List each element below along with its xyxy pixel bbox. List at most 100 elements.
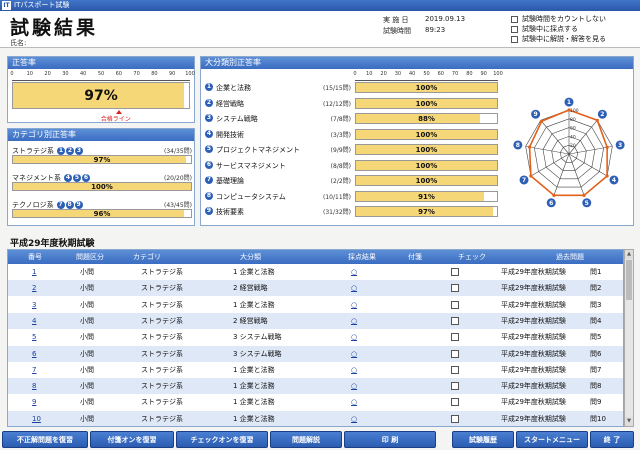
row-number-link[interactable]: 5: [32, 329, 36, 345]
row-kubun: 小問: [80, 398, 94, 407]
table-row[interactable]: 6 小問 ストラテジ系 3 システム戦略 ○ 平成29年度秋期試験 問6: [8, 345, 623, 362]
radar-spoke: [568, 153, 608, 177]
row-check-checkbox[interactable]: [451, 284, 459, 293]
radar-axis-label: 4: [612, 177, 616, 184]
row-question-no: 問5: [590, 333, 602, 342]
row-check-checkbox[interactable]: [451, 316, 459, 325]
footer-button-7[interactable]: 終 了: [590, 431, 634, 448]
row-result-link[interactable]: ○: [351, 264, 357, 280]
row-number-link[interactable]: 2: [32, 280, 36, 296]
pass-line-label: 合格ライン: [100, 116, 131, 123]
row-number-link[interactable]: 8: [32, 378, 36, 394]
row-result-link[interactable]: ○: [351, 394, 357, 410]
table-row[interactable]: 3 小問 ストラテジ系 1 企業と法務 ○ 平成29年度秋期試験 問3: [8, 297, 623, 313]
table-row[interactable]: 1 小問 ストラテジ系 1 企業と法務 ○ 平成29年度秋期試験 問1: [8, 264, 623, 280]
radar-axis-label: 2: [600, 111, 604, 118]
table-row[interactable]: 7 小問 ストラテジ系 1 企業と法務 ○ 平成29年度秋期試験 問7: [8, 362, 623, 378]
number-badge-icon: 5: [73, 174, 81, 182]
option-show-answers[interactable]: 試験中に解説・解答を見る: [511, 34, 606, 44]
overall-value: 97%: [84, 88, 118, 104]
row-number-link[interactable]: 6: [32, 346, 36, 362]
exam-date: 実 施 日 2019.09.13: [383, 15, 465, 25]
checkbox[interactable]: [511, 25, 518, 33]
row-number-link[interactable]: 10: [32, 411, 41, 426]
row-result-link[interactable]: ○: [351, 411, 357, 426]
page-title: 試験結果: [10, 17, 99, 39]
row-result-link[interactable]: ○: [351, 329, 357, 345]
major-bar: 100%: [355, 159, 498, 171]
table-row[interactable]: 10 小問 ストラテジ系 1 企業と法務 ○ 平成29年度秋期試験 問10: [8, 410, 623, 426]
footer-button-2[interactable]: チェックオンを復習: [176, 431, 268, 448]
option-score-during[interactable]: 試験中に採点する: [511, 24, 606, 34]
footer-button-3[interactable]: 問題解説: [270, 431, 342, 448]
column-header: 番号: [28, 253, 42, 261]
row-result-link[interactable]: ○: [351, 313, 357, 329]
major-name: 開発技術: [216, 130, 244, 139]
row-past-exam: 平成29年度秋期試験: [501, 268, 566, 276]
row-check-checkbox[interactable]: [451, 398, 459, 407]
row-past-exam: 平成29年度秋期試験: [501, 349, 566, 358]
major-name: 基礎理論: [216, 177, 244, 185]
scale-tick-label: 30: [394, 71, 402, 77]
row-result-link[interactable]: ○: [351, 362, 357, 378]
footer-button-0[interactable]: 不正解問題を復習: [2, 431, 88, 448]
row-category: ストラテジ系: [141, 382, 183, 391]
scale-tick-label: 40: [409, 71, 416, 77]
row-check-checkbox[interactable]: [451, 349, 459, 358]
scale-tick-label: 10: [366, 71, 373, 77]
row-major: 1 企業と法務: [233, 398, 275, 407]
row-check-checkbox[interactable]: [451, 268, 459, 276]
checkbox[interactable]: [511, 15, 518, 23]
scroll-thumb[interactable]: [626, 260, 632, 300]
footer-button-6[interactable]: スタートメニュー: [516, 431, 588, 448]
table-row[interactable]: 9 小問 ストラテジ系 1 企業と法務 ○ 平成29年度秋期試験 問9: [8, 394, 623, 410]
row-result-link[interactable]: ○: [351, 346, 357, 362]
checkbox[interactable]: [511, 35, 518, 43]
radar-scale-label: 40: [570, 134, 576, 140]
scale-tick-label: 50: [97, 71, 105, 77]
row-result-link[interactable]: ○: [351, 297, 357, 313]
row-check-checkbox[interactable]: [451, 333, 459, 342]
table-scrollbar[interactable]: ▲ ▼: [624, 249, 634, 427]
row-result-link[interactable]: ○: [351, 280, 357, 296]
row-check-checkbox[interactable]: [451, 300, 459, 309]
row-number-link[interactable]: 9: [32, 394, 36, 410]
number-badge-icon: 9: [205, 207, 213, 215]
row-question-no: 問2: [590, 284, 602, 293]
radar-scale-label: 100: [570, 108, 579, 114]
row-kubun: 小問: [80, 316, 94, 325]
row-number-link[interactable]: 1: [32, 264, 36, 280]
major-name: 技術要素: [216, 208, 244, 216]
row-number-link[interactable]: 3: [32, 297, 36, 313]
major-score: (31/32問): [323, 209, 351, 216]
row-number-link[interactable]: 4: [32, 313, 36, 329]
row-check-checkbox[interactable]: [451, 414, 459, 423]
radar-chart: 100 80 60 40 20 1 2 3 4 5 6 7 8 9: [513, 97, 625, 208]
overall-panel-title: 正答率: [8, 57, 194, 69]
row-past-exam: 平成29年度秋期試験: [501, 382, 566, 391]
table-row[interactable]: 4 小問 ストラテジ系 2 経営戦略 ○ 平成29年度秋期試験 問4: [8, 312, 623, 329]
major-panel: 大分類別正答率 0 10 20 30 40 50 60 70 80 90 100 1 企業と法務 (15…: [200, 56, 634, 226]
option-no-timer[interactable]: 試験時間をカウントしない: [511, 14, 606, 24]
scroll-down-icon[interactable]: ▼: [625, 417, 633, 426]
scroll-up-icon[interactable]: ▲: [625, 250, 633, 259]
row-kubun: 小問: [80, 300, 94, 309]
category-row: マネジメント系 4 5 6 (20/20問) 100%: [12, 173, 192, 193]
footer-button-1[interactable]: 付箋オンを復習: [90, 431, 174, 448]
table-row[interactable]: 2 小問 ストラテジ系 2 経営戦略 ○ 平成29年度秋期試験 問2: [8, 280, 623, 297]
options-group: 試験時間をカウントしない 試験中に採点する 試験中に解説・解答を見る: [511, 14, 606, 44]
footer-button-4[interactable]: 印 刷: [344, 431, 436, 448]
row-question-no: 問7: [590, 365, 602, 374]
row-result-link[interactable]: ○: [351, 378, 357, 394]
category-label: テクノロジ系: [12, 201, 54, 209]
category-score: (43/45問): [164, 202, 192, 209]
table-row[interactable]: 8 小問 ストラテジ系 1 企業と法務 ○ 平成29年度秋期試験 問8: [8, 378, 623, 395]
table-row[interactable]: 5 小問 ストラテジ系 3 システム戦略 ○ 平成29年度秋期試験 問5: [8, 329, 623, 345]
row-check-checkbox[interactable]: [451, 365, 459, 374]
row-check-checkbox[interactable]: [451, 382, 459, 391]
radar-point: [539, 119, 544, 123]
column-header: 付箋: [408, 253, 422, 261]
radar-scale-label: 80: [570, 117, 576, 123]
footer-button-5[interactable]: 試験履歴: [452, 431, 514, 448]
row-number-link[interactable]: 7: [32, 362, 36, 378]
